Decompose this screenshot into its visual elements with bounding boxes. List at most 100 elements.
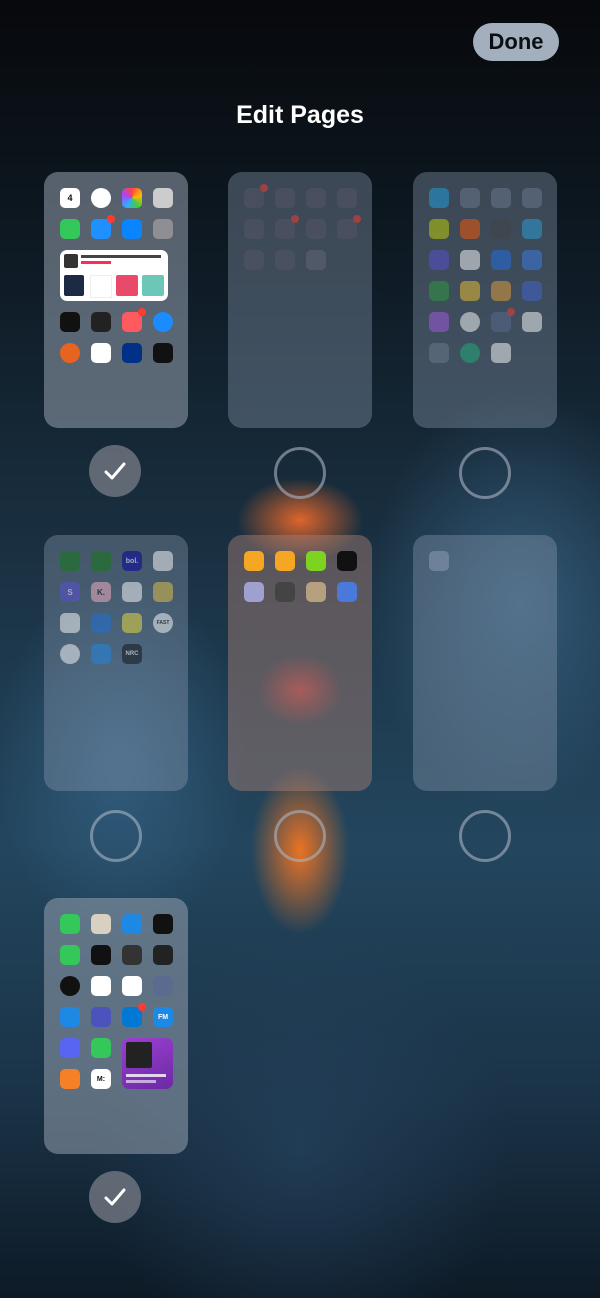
page-6-checkbox[interactable] [459, 810, 511, 862]
app-icon [491, 250, 511, 270]
home-page-thumbnail-7[interactable]: FM M: [44, 898, 188, 1154]
facetime-icon [60, 945, 80, 965]
nike-run-club-icon: NRC [122, 644, 142, 664]
folder-icon [429, 551, 449, 571]
contacts-icon [91, 914, 111, 934]
app-icon [522, 188, 542, 208]
home-page-thumbnail-3[interactable] [413, 172, 557, 428]
app-icon [429, 188, 449, 208]
mcdonalds-icon [429, 281, 449, 301]
github-icon [337, 551, 357, 571]
gift-app-icon [122, 308, 146, 332]
home-page-thumbnail-6[interactable] [413, 535, 557, 791]
folder-icon [275, 215, 299, 239]
folder-icon [244, 219, 264, 239]
folder-icon [306, 250, 326, 270]
utility-app-icon [153, 343, 173, 363]
app-icon [91, 644, 111, 664]
todo-icon [60, 1007, 80, 1027]
page-3-checkbox[interactable] [459, 447, 511, 499]
app-store-icon [122, 219, 142, 239]
nrc-label: NRC [125, 651, 139, 657]
burger-king-icon [244, 551, 264, 571]
telegram-icon [522, 219, 542, 239]
app-icon [91, 613, 111, 633]
firefox-icon [60, 343, 80, 363]
home-page-thumbnail-2[interactable] [228, 172, 372, 428]
folder-icon [275, 188, 295, 208]
soundcloud-icon [460, 219, 480, 239]
page-title: Edit Pages [236, 101, 364, 129]
app-icon [153, 582, 173, 602]
apple-tv-icon [91, 945, 111, 965]
infuse-icon [460, 281, 480, 301]
notes-icon [122, 976, 142, 996]
camera-icon [153, 188, 173, 208]
app-icon [429, 312, 449, 332]
page-1-checkbox[interactable] [89, 445, 141, 497]
folder-icon [153, 976, 173, 996]
files-icon [122, 914, 142, 934]
find-my-icon [60, 914, 80, 934]
health-icon [91, 976, 111, 996]
fast-icon: FAST [153, 613, 173, 633]
app-icon [275, 582, 295, 602]
folder-icon [491, 308, 515, 332]
outlook-icon [122, 1003, 146, 1027]
teams-icon [91, 1007, 111, 1027]
app-icon [60, 1069, 80, 1089]
app-icon [460, 188, 480, 208]
mail-icon [91, 215, 115, 239]
dashlane-icon [60, 312, 80, 332]
home-page-thumbnail-4[interactable]: bol. S K. FAST NRC [44, 535, 188, 791]
klarna-label: K. [97, 587, 105, 597]
discord-icon [60, 1038, 80, 1058]
folder-icon [244, 184, 268, 208]
folder-icon [275, 250, 295, 270]
fm-app-icon: FM [153, 1007, 173, 1027]
page-7-checkbox[interactable] [89, 1171, 141, 1223]
app-icon [122, 613, 142, 633]
reddit-icon [460, 312, 480, 332]
scribd-icon: S [60, 582, 80, 602]
app-icon [491, 281, 511, 301]
podcast-widget [122, 1038, 173, 1089]
done-button[interactable]: Done [473, 23, 559, 61]
paypal-icon [122, 343, 142, 363]
page-2-checkbox[interactable] [274, 447, 326, 499]
xbox-icon [91, 551, 111, 571]
fm-label: FM [157, 1013, 169, 1021]
folder-icon [337, 188, 357, 208]
app-icon [60, 644, 80, 664]
wallet-icon [91, 312, 111, 332]
settings-icon [153, 219, 173, 239]
app-icon [275, 551, 295, 571]
app-icon [429, 250, 449, 270]
app-icon [491, 219, 511, 239]
app-icon [522, 281, 542, 301]
reminders-icon [91, 343, 111, 363]
app-icon [460, 250, 480, 270]
app-icon [429, 343, 449, 363]
folder-icon [306, 219, 326, 239]
clock-icon [91, 188, 111, 208]
app-icon [491, 188, 511, 208]
activity-icon [60, 976, 80, 996]
app-icon [306, 582, 326, 602]
folder-icon [337, 215, 361, 239]
calendar-day: 4 [67, 193, 73, 203]
app-icon [337, 582, 357, 602]
app-icon [522, 250, 542, 270]
home-page-thumbnail-1[interactable]: 4 [44, 172, 188, 428]
app-icon [522, 312, 542, 332]
klarna-icon: K. [91, 582, 111, 602]
folder-icon [244, 250, 264, 270]
music-widget [60, 250, 173, 301]
safari-icon [153, 312, 173, 332]
xbox-icon [60, 551, 80, 571]
page-4-checkbox[interactable] [90, 810, 142, 862]
bol-label: bol. [125, 557, 139, 565]
page-5-checkbox[interactable] [274, 810, 326, 862]
home-page-thumbnail-5[interactable] [228, 535, 372, 791]
calculator-icon [122, 945, 142, 965]
